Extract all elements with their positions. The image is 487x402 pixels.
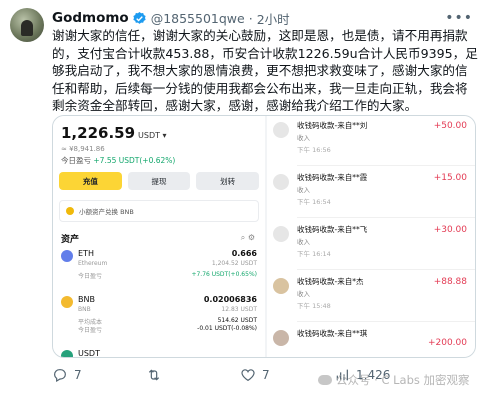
- wechat-icon: [318, 375, 332, 385]
- tweet-image[interactable]: 1,226.59 USDT ▾ ≈ ¥8,941.86 今日盈亏 +7.55 US…: [52, 115, 476, 358]
- asset-pnl-value: -0.01 USDT(-0.08%): [197, 325, 257, 332]
- bnb-icon: [66, 207, 74, 215]
- transaction-time: 下午 16:14: [297, 250, 331, 258]
- assets-tool-icons: ⌕ ⚙: [240, 233, 255, 242]
- promo-text: 小额资产兑换 BNB: [79, 208, 134, 216]
- wallet-today-pnl: 今日盈亏 +7.55 USDT(+0.62%): [61, 155, 175, 166]
- transaction-time: 下午 15:48: [297, 302, 331, 310]
- retweet-icon: [148, 369, 160, 381]
- transaction-title: 收钱码收款-来自**飞: [297, 225, 368, 234]
- more-icon[interactable]: •••: [445, 10, 473, 26]
- payer-avatar: [273, 174, 289, 190]
- wallet-balance-value: 1,226.59: [61, 124, 136, 142]
- asset-pnl-label: 今日盈亏: [78, 273, 103, 280]
- payer-avatar: [273, 330, 289, 346]
- transaction-type: 收入: [297, 290, 310, 298]
- deposit-button: 充值: [59, 172, 122, 190]
- asset-value: 12.83 USDT: [221, 306, 257, 313]
- watermark-text: 公众号 · C Labs 加密观察: [336, 373, 470, 387]
- transaction-row: 收钱码收款-来自*杰 收入 下午 15:48 +88.88: [267, 272, 475, 322]
- watermark: 公众号 · C Labs 加密观察: [318, 372, 470, 388]
- asset-pnl-row: 今日盈亏 -0.01 USDT(-0.08%): [78, 325, 257, 334]
- bnb-coin-icon: [61, 296, 73, 308]
- transaction-amount: +88.88: [433, 277, 467, 287]
- asset-symbol: ETH: [78, 249, 94, 258]
- transaction-row: 收钱码收款-来自**霞 收入 下午 16:54 +15.00: [267, 168, 475, 218]
- asset-value: 1,204.52 USDT: [211, 260, 257, 267]
- payer-avatar: [273, 278, 289, 294]
- asset-row-usdt: USDT: [61, 348, 257, 358]
- row-divider: [297, 165, 475, 166]
- reply-icon: [54, 369, 66, 383]
- asset-fullname: BNB: [78, 306, 91, 313]
- transaction-time: 下午 16:54: [297, 198, 331, 206]
- author-name[interactable]: Godmomo: [52, 10, 129, 26]
- avatar[interactable]: [10, 8, 44, 42]
- tweet-text: 谢谢大家的信任，谢谢大家的关心鼓励，这即是恩，也是债，请不用再捐款的，支付宝合计…: [52, 28, 478, 114]
- wallet-button-row: 充值 提现 划转: [59, 172, 260, 190]
- payer-avatar: [273, 226, 289, 242]
- asset-amount: 0.666: [231, 249, 257, 258]
- transaction-time: 下午 16:56: [297, 146, 331, 154]
- asset-fullname: Ethereum: [78, 260, 108, 267]
- wallet-screenshot: 1,226.59 USDT ▾ ≈ ¥8,941.86 今日盈亏 +7.55 US…: [53, 116, 265, 358]
- wallet-sub-balance: ≈ ¥8,941.86: [61, 145, 105, 153]
- transaction-amount: +15.00: [433, 173, 467, 183]
- transfer-button: 划转: [196, 172, 260, 190]
- transaction-amount: +200.00: [427, 338, 467, 348]
- row-divider: [297, 321, 475, 322]
- transaction-type: 收入: [297, 238, 310, 246]
- post-time[interactable]: 2小时: [257, 9, 290, 28]
- transaction-row: 收钱码收款-来自**刘 收入 下午 16:56 +50.00: [267, 116, 475, 166]
- transaction-amount: +30.00: [433, 225, 467, 235]
- transaction-type: 收入: [297, 134, 310, 142]
- wallet-balance: 1,226.59 USDT ▾: [61, 124, 167, 142]
- asset-symbol: USDT: [78, 349, 100, 358]
- separator-dot: ·: [248, 10, 253, 26]
- eth-coin-icon: [61, 250, 73, 262]
- author-handle[interactable]: @1855501qwe: [151, 11, 245, 26]
- asset-row-eth: ETH Ethereum 0.666 1,204.52 USDT 今日盈亏 +7…: [61, 248, 257, 298]
- asset-cost-value: 514.62 USDT: [217, 317, 257, 324]
- transaction-row: 收钱码收款-来自**飞 收入 下午 16:14 +30.00: [267, 220, 475, 270]
- row-divider: [297, 269, 475, 270]
- alipay-screenshot: 收钱码收款-来自**刘 收入 下午 16:56 +50.00 收钱码收款-来自*…: [267, 116, 475, 357]
- wallet-balance-unit: USDT ▾: [138, 131, 167, 140]
- asset-pnl-row: 今日盈亏 +7.76 USDT(+0.65%): [78, 271, 257, 280]
- row-divider: [297, 217, 475, 218]
- today-value: +7.55 USDT(+0.62%): [93, 156, 176, 165]
- transaction-title: 收钱码收款-来自**霞: [297, 173, 368, 182]
- verified-badge-icon: [133, 11, 146, 24]
- transaction-title: 收钱码收款-来自**琪: [297, 329, 368, 338]
- tweet-header: Godmomo @1855501qwe · 2小时 •••: [52, 8, 477, 28]
- usdt-coin-icon: [61, 350, 73, 357]
- transaction-row: 收钱码收款-来自**琪 +200.00: [267, 324, 475, 357]
- reply-count: 7: [74, 368, 82, 382]
- promo-banner: 小额资产兑换 BNB: [59, 200, 259, 222]
- retweet-button[interactable]: [146, 367, 168, 383]
- asset-pnl-label: 今日盈亏: [78, 327, 103, 334]
- asset-row-bnb: BNB BNB 0.02006836 12.83 USDT 平均成本 514.6…: [61, 294, 257, 344]
- asset-amount: 0.02006836: [203, 295, 257, 304]
- asset-symbol: BNB: [78, 295, 95, 304]
- heart-icon: [241, 369, 255, 382]
- transaction-type: 收入: [297, 186, 310, 194]
- reply-button[interactable]: 7: [52, 367, 82, 383]
- like-count: 7: [262, 368, 270, 382]
- transaction-amount: +50.00: [433, 121, 467, 131]
- assets-title: 资产: [61, 235, 80, 245]
- withdraw-button: 提现: [127, 172, 191, 190]
- today-label: 今日盈亏: [61, 156, 91, 165]
- transaction-title: 收钱码收款-来自**刘: [297, 121, 368, 130]
- like-button[interactable]: 7: [240, 367, 270, 383]
- asset-pnl-value: +7.76 USDT(+0.65%): [191, 271, 257, 278]
- payer-avatar: [273, 122, 289, 138]
- transaction-title: 收钱码收款-来自*杰: [297, 277, 364, 286]
